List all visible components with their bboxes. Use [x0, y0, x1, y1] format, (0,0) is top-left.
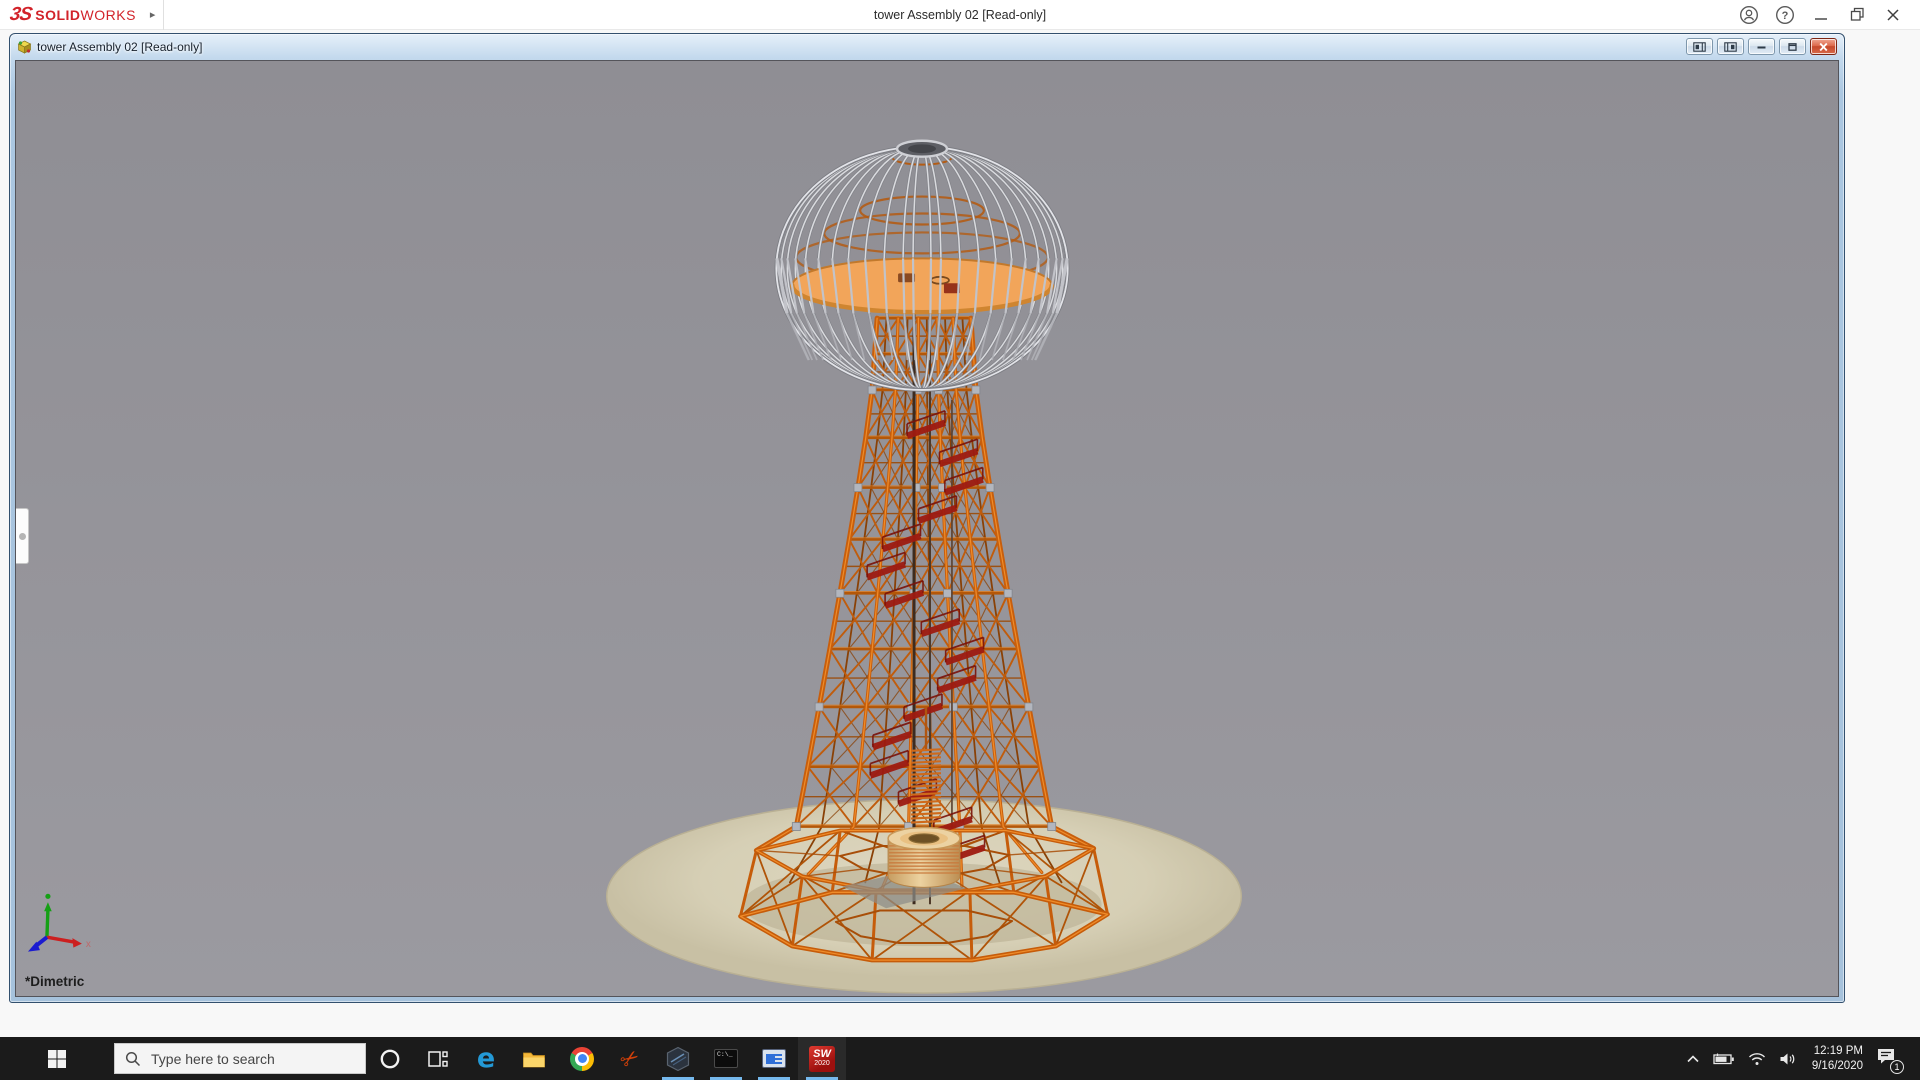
solidworks-logo: 3S SOLIDWORKS ▸	[0, 0, 165, 30]
taskbar-icon-hexagon-app[interactable]	[654, 1037, 702, 1080]
divider	[163, 0, 165, 30]
taskbar-clock[interactable]: 12:19 PM 9/16/2020	[1808, 1044, 1867, 1074]
featuremanager-flyout-tab[interactable]	[16, 508, 29, 564]
chrome-icon	[570, 1046, 594, 1071]
search-icon	[125, 1051, 141, 1066]
battery-status-button[interactable]	[1711, 1050, 1737, 1068]
network-status-button[interactable]	[1746, 1050, 1768, 1068]
task-view-icon	[428, 1050, 448, 1067]
hexagon-app-icon	[666, 1046, 690, 1071]
hidden-icons-button[interactable]	[1684, 1051, 1702, 1067]
doc-pane-right-button[interactable]	[1717, 38, 1744, 55]
view-orientation-label: *Dimetric	[25, 974, 85, 989]
doc-minimize-button[interactable]	[1748, 38, 1775, 55]
clock-time: 12:19 PM	[1813, 1044, 1863, 1057]
document-titlebar[interactable]: tower Assembly 02 [Read-only]	[10, 34, 1844, 59]
doc-close-button[interactable]	[1810, 38, 1837, 55]
taskbar-icon-edge[interactable]: e	[462, 1037, 510, 1080]
taskbar: Type here to search e ✂ C:\_ SW 2020 12:…	[0, 1037, 1920, 1080]
dassault-3ds-mark-icon: 3S	[8, 3, 34, 25]
snipping-tool-icon: ✂	[614, 1042, 645, 1074]
app-restore-button[interactable]	[1842, 2, 1872, 28]
close-icon	[1819, 42, 1828, 51]
help-icon: ?	[1775, 5, 1795, 24]
app-minimize-button[interactable]	[1806, 2, 1836, 28]
taskbar-icon-command-prompt[interactable]: C:\_	[702, 1037, 750, 1080]
app-titlebar: 3S SOLIDWORKS ▸ tower Assembly 02 [Read-…	[0, 0, 1920, 30]
battery-icon	[1713, 1053, 1734, 1064]
minimize-icon	[1757, 46, 1766, 48]
minimize-icon	[1815, 17, 1827, 20]
svg-text:?: ?	[1782, 10, 1789, 22]
app-close-button[interactable]	[1878, 2, 1908, 28]
doc-restore-button[interactable]	[1779, 38, 1806, 55]
help-button[interactable]: ?	[1770, 2, 1800, 28]
windows-logo-icon	[48, 1049, 66, 1068]
svg-text:x: x	[86, 939, 91, 950]
solidworks-year-label: 2020	[814, 1060, 830, 1067]
document-window: tower Assembly 02 [Read-only] x *Dimetri…	[9, 33, 1845, 1003]
notification-count-badge: 1	[1890, 1060, 1904, 1074]
start-button[interactable]	[0, 1037, 114, 1080]
taskbar-icon-chrome[interactable]	[558, 1037, 606, 1080]
close-icon	[1887, 8, 1899, 21]
action-center-button[interactable]: 1	[1876, 1047, 1904, 1074]
3d-viewport[interactable]: x *Dimetric	[15, 60, 1839, 997]
solidworks-brand-text: SOLIDWORKS	[35, 6, 136, 23]
taskbar-icon-solidworks[interactable]: SW 2020	[798, 1037, 846, 1080]
doc-pane-left-button[interactable]	[1686, 38, 1713, 55]
volume-button[interactable]	[1777, 1050, 1799, 1068]
speaker-icon	[1780, 1053, 1795, 1064]
assembly-document-icon	[17, 40, 32, 54]
search-placeholder: Type here to search	[151, 1050, 275, 1067]
document-title: tower Assembly 02 [Read-only]	[37, 39, 203, 54]
clock-date: 9/16/2020	[1811, 1059, 1863, 1072]
restore-icon	[1850, 7, 1864, 21]
cortana-icon	[380, 1049, 400, 1068]
system-tray: 12:19 PM 9/16/2020 1	[1684, 1037, 1920, 1080]
taskbar-icon-task-view[interactable]	[414, 1037, 462, 1080]
solidworks-app-icon: SW 2020	[809, 1045, 835, 1072]
command-prompt-icon: C:\_	[714, 1049, 738, 1068]
account-icon	[1739, 5, 1759, 24]
chevron-up-icon	[1687, 1054, 1699, 1062]
file-explorer-icon	[523, 1052, 545, 1067]
account-button[interactable]	[1734, 2, 1764, 28]
wifi-icon	[1748, 1052, 1765, 1065]
taskbar-icon-file-explorer[interactable]	[510, 1037, 558, 1080]
taskbar-icon-snipping-tool[interactable]: ✂	[606, 1037, 654, 1080]
taskbar-icon-blue-window-app[interactable]	[750, 1037, 798, 1080]
pane-right-icon	[1724, 41, 1737, 52]
pane-left-icon	[1693, 41, 1706, 52]
tower-3d-render: x	[27, 139, 1243, 994]
app-window-title: tower Assembly 02 [Read-only]	[873, 8, 1047, 22]
restore-icon	[1788, 42, 1797, 51]
menu-expand-arrow-icon[interactable]: ▸	[150, 8, 156, 21]
taskbar-icon-cortana[interactable]	[366, 1037, 414, 1080]
blue-window-app-icon	[762, 1049, 786, 1068]
edge-icon: e	[476, 1043, 496, 1074]
taskbar-search-input[interactable]: Type here to search	[114, 1043, 366, 1074]
